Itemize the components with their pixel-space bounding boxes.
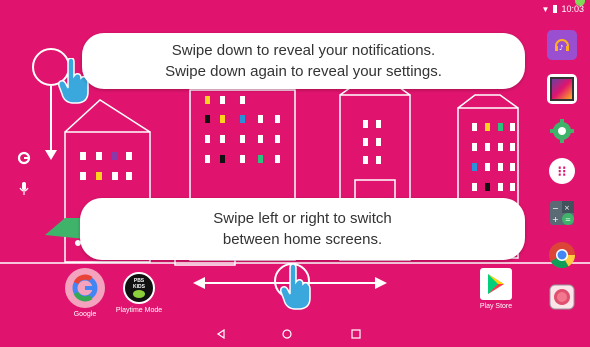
camera-icon[interactable] — [547, 282, 577, 312]
app-playtime-mode[interactable]: PBS KIDS Playtime Mode — [108, 272, 170, 314]
back-icon[interactable] — [214, 327, 228, 341]
tutorial-bubble-notifications: Swipe down to reveal your notifications.… — [82, 33, 525, 89]
app-label: Playtime Mode — [115, 307, 163, 314]
settings-icon[interactable] — [547, 116, 577, 146]
google-icon — [65, 268, 105, 308]
chrome-icon[interactable] — [547, 240, 577, 270]
tutorial-text-line: Swipe down to reveal your notifications. — [171, 42, 436, 59]
app-drawer-icon[interactable]: ⁝⁝ — [547, 156, 577, 186]
home-icon[interactable] — [280, 327, 294, 341]
tutorial-bubble-homescreens: Swipe left or right to switch between ho… — [80, 198, 525, 260]
gallery-icon[interactable] — [547, 74, 577, 104]
app-play-store[interactable]: Play Store — [476, 268, 516, 310]
svg-text:−: − — [552, 204, 559, 213]
calculator-icon[interactable]: − × + = — [547, 198, 577, 228]
app-google[interactable]: Google — [62, 268, 108, 318]
app-dock: ♪ ⁝⁝ − × + = — [540, 0, 590, 347]
microphone-icon[interactable] — [16, 180, 32, 196]
svg-text:+: + — [552, 215, 559, 224]
tutorial-text-line: Swipe left or right to switch — [213, 210, 392, 227]
pbs-kids-badge: PBS KIDS — [133, 278, 145, 290]
pbs-kids-icon: PBS KIDS — [123, 272, 155, 304]
home-screen: ▼ 10:03 Swipe down to reveal your notifi… — [0, 0, 590, 347]
tutorial-text-line: between home screens. — [222, 231, 383, 248]
app-label: Google — [73, 311, 97, 318]
play-store-icon — [480, 268, 512, 300]
svg-text:♪: ♪ — [559, 44, 563, 52]
recents-icon[interactable] — [349, 327, 363, 341]
google-g-icon[interactable] — [16, 150, 32, 166]
app-label: Play Store — [479, 303, 513, 310]
music-icon[interactable]: ♪ — [547, 30, 577, 60]
svg-text:×: × — [564, 204, 570, 212]
tutorial-text-line: Swipe down again to reveal your settings… — [165, 63, 442, 80]
hand-pointer-icon — [280, 264, 311, 310]
navigation-bar — [0, 321, 590, 347]
svg-text:=: = — [565, 216, 571, 224]
